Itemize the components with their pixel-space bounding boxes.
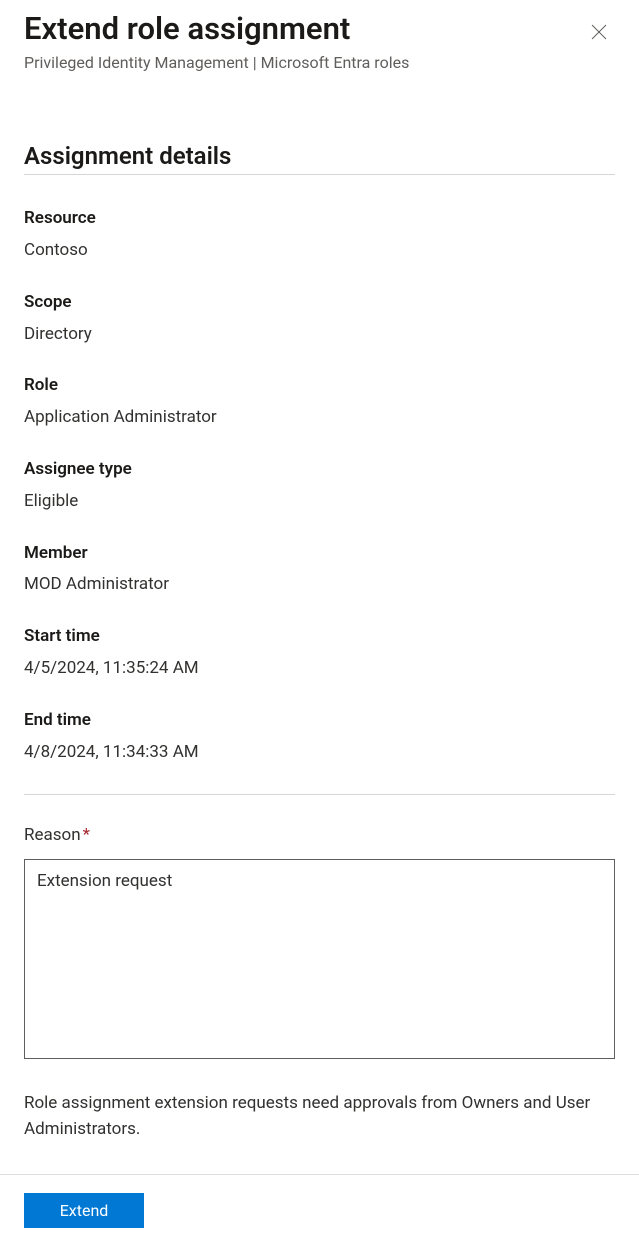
reason-label-text: Reason (24, 825, 81, 845)
detail-label-end-time: End time (24, 709, 615, 733)
detail-label-role: Role (24, 374, 615, 398)
detail-label-start-time: Start time (24, 625, 615, 649)
required-indicator: * (83, 825, 90, 845)
detail-value-assignee-type: Eligible (24, 490, 615, 514)
section-title: Assignment details (24, 142, 615, 175)
reason-label: Reason* (24, 825, 90, 845)
detail-label-assignee-type: Assignee type (24, 458, 615, 482)
extend-role-panel: Extend role assignment Privileged Identi… (0, 0, 639, 1142)
detail-member: Member MOD Administrator (24, 542, 615, 598)
panel-header: Extend role assignment Privileged Identi… (24, 10, 615, 72)
detail-role: Role Application Administrator (24, 374, 615, 430)
panel-subtitle: Privileged Identity Management | Microso… (24, 53, 583, 72)
detail-resource: Resource Contoso (24, 207, 615, 263)
detail-scope: Scope Directory (24, 291, 615, 347)
panel-title: Extend role assignment (24, 10, 583, 47)
detail-end-time: End time 4/8/2024, 11:34:33 AM (24, 709, 615, 765)
info-text: Role assignment extension requests need … (24, 1091, 615, 1142)
detail-assignee-type: Assignee type Eligible (24, 458, 615, 514)
header-text: Extend role assignment Privileged Identi… (24, 10, 583, 72)
divider (24, 794, 615, 795)
close-icon (591, 28, 607, 43)
reason-input[interactable] (24, 859, 615, 1059)
detail-start-time: Start time 4/5/2024, 11:35:24 AM (24, 625, 615, 681)
extend-button[interactable]: Extend (24, 1193, 144, 1228)
detail-label-scope: Scope (24, 291, 615, 315)
detail-value-scope: Directory (24, 323, 615, 347)
detail-label-member: Member (24, 542, 615, 566)
panel-footer: Extend (0, 1174, 639, 1246)
detail-value-member: MOD Administrator (24, 573, 615, 597)
detail-value-resource: Contoso (24, 239, 615, 263)
detail-value-start-time: 4/5/2024, 11:35:24 AM (24, 657, 615, 681)
reason-group: Reason* (24, 825, 615, 1063)
detail-value-end-time: 4/8/2024, 11:34:33 AM (24, 741, 615, 765)
detail-label-resource: Resource (24, 207, 615, 231)
detail-value-role: Application Administrator (24, 406, 615, 430)
close-button[interactable] (583, 16, 615, 51)
